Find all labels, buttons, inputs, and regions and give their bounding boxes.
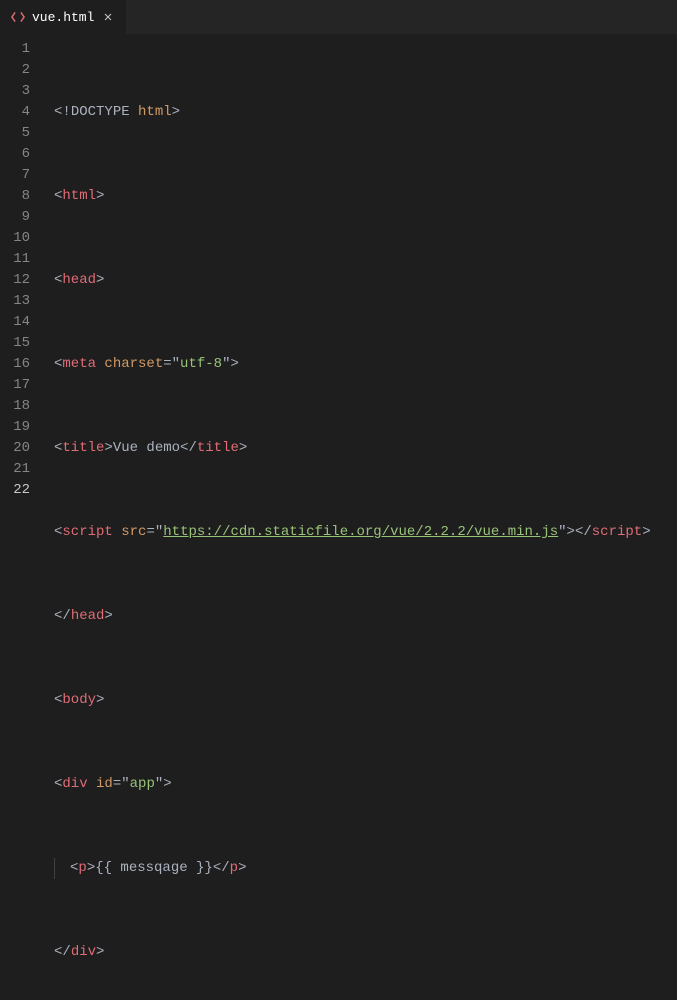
- line-number: 1: [0, 39, 30, 60]
- code-line[interactable]: <div id="app">: [54, 774, 677, 795]
- code-line[interactable]: <p>{{ messqage }}</p>: [54, 858, 677, 879]
- code-line[interactable]: <body>: [54, 690, 677, 711]
- line-number: 21: [0, 459, 30, 480]
- line-number: 22: [0, 480, 30, 501]
- tab-filename: vue.html: [32, 10, 94, 25]
- line-number: 18: [0, 396, 30, 417]
- code-line[interactable]: <script src="https://cdn.staticfile.org/…: [54, 522, 677, 543]
- line-number: 20: [0, 438, 30, 459]
- tab-vue-html[interactable]: vue.html: [0, 0, 126, 34]
- code-file-icon: [10, 9, 26, 25]
- close-icon[interactable]: [100, 9, 116, 25]
- line-number: 2: [0, 60, 30, 81]
- tab-bar: vue.html: [0, 0, 677, 35]
- line-number: 12: [0, 270, 30, 291]
- code-line[interactable]: <head>: [54, 270, 677, 291]
- code-line[interactable]: <meta charset="utf-8">: [54, 354, 677, 375]
- line-number: 7: [0, 165, 30, 186]
- code-line[interactable]: <!DOCTYPE html>: [54, 102, 677, 123]
- code-line[interactable]: </div>: [54, 942, 677, 963]
- line-number: 10: [0, 228, 30, 249]
- line-number: 6: [0, 144, 30, 165]
- line-number: 4: [0, 102, 30, 123]
- code-line[interactable]: <html>: [54, 186, 677, 207]
- line-number: 19: [0, 417, 30, 438]
- line-number: 14: [0, 312, 30, 333]
- editor[interactable]: 1 2 3 4 5 6 7 8 9 10 11 12 13 14 15 16 1…: [0, 35, 677, 500]
- line-number: 8: [0, 186, 30, 207]
- line-number: 13: [0, 291, 30, 312]
- code-line[interactable]: </head>: [54, 606, 677, 627]
- code-area[interactable]: <!DOCTYPE html> <html> <head> <meta char…: [48, 39, 677, 500]
- line-number: 3: [0, 81, 30, 102]
- line-number-gutter: 1 2 3 4 5 6 7 8 9 10 11 12 13 14 15 16 1…: [0, 39, 48, 500]
- line-number: 17: [0, 375, 30, 396]
- line-number: 5: [0, 123, 30, 144]
- indent-guide: [54, 858, 70, 879]
- code-line[interactable]: <title>Vue demo</title>: [54, 438, 677, 459]
- line-number: 16: [0, 354, 30, 375]
- line-number: 9: [0, 207, 30, 228]
- line-number: 15: [0, 333, 30, 354]
- line-number: 11: [0, 249, 30, 270]
